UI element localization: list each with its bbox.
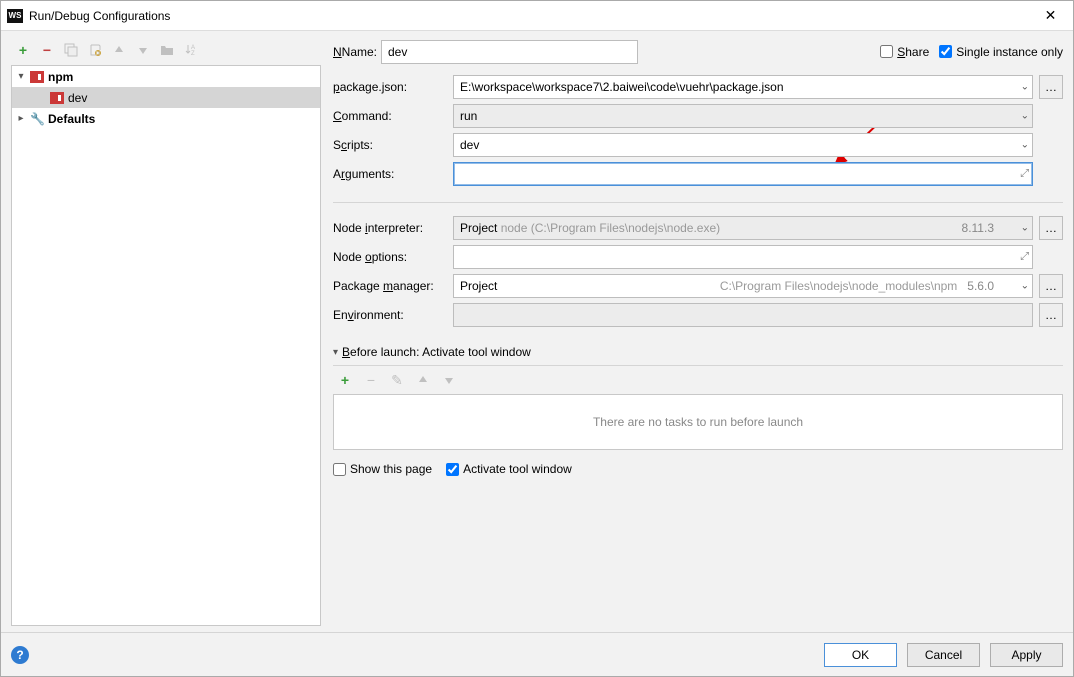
before-launch-checks: Show this page Activate tool window (333, 462, 1063, 476)
edit-task-icon: ✎ (389, 372, 405, 388)
node-options-label: Node options: (333, 250, 453, 264)
browse-env-button[interactable]: … (1039, 303, 1063, 327)
move-up-icon (415, 372, 431, 388)
add-task-icon[interactable]: + (337, 372, 353, 388)
node-options-input[interactable] (453, 245, 1033, 269)
command-row: Command: run ⌄ (333, 101, 1063, 130)
move-up-icon (111, 42, 127, 58)
cancel-button[interactable]: Cancel (907, 643, 980, 667)
dialog-title: Run/Debug Configurations (29, 9, 1028, 23)
add-config-icon[interactable]: + (15, 42, 31, 58)
before-launch-header[interactable]: ▾ Before launch: Activate tool window (333, 345, 1063, 359)
remove-task-icon: − (363, 372, 379, 388)
name-row: NName: Share Single instance only (333, 37, 1063, 66)
node-options-row: Node options: ⤢ (333, 242, 1063, 271)
chevron-right-icon[interactable]: ▸ (16, 113, 26, 124)
browse-node-button[interactable]: … (1039, 216, 1063, 240)
single-instance-checkbox[interactable]: Single instance only (939, 45, 1063, 59)
tree-toolbar: + − (11, 37, 321, 63)
save-config-icon[interactable] (87, 42, 103, 58)
separator (333, 202, 1063, 203)
package-manager-select[interactable]: Project C:\Program Files\nodejs\node_mod… (453, 274, 1033, 298)
tree-node-dev[interactable]: dev (12, 87, 320, 108)
single-instance-label: Single instance only (956, 45, 1063, 59)
show-this-page-label: Show this page (350, 462, 432, 476)
ok-button[interactable]: OK (824, 643, 897, 667)
config-tree[interactable]: ▾ npm dev ▸ 🔧 Defaults (11, 65, 321, 626)
tree-node-label: Defaults (48, 112, 95, 126)
run-debug-config-dialog: WS Run/Debug Configurations ✕ + − (0, 0, 1074, 677)
apply-button[interactable]: Apply (990, 643, 1063, 667)
wrench-icon: 🔧 (30, 112, 44, 126)
move-down-icon (135, 42, 151, 58)
configurations-panel: + − (1, 31, 321, 632)
webstorm-icon: WS (7, 9, 23, 23)
tree-node-label: dev (68, 91, 87, 105)
scripts-row: Scripts: dev ⌄ (333, 130, 1063, 159)
help-icon[interactable]: ? (11, 646, 29, 664)
dialog-footer: ? OK Cancel Apply (1, 632, 1073, 676)
svg-text:Z: Z (191, 51, 195, 57)
before-launch-tasks-box[interactable]: There are no tasks to run before launch (333, 394, 1063, 450)
node-interpreter-select[interactable]: Project node (C:\Program Files\nodejs\no… (453, 216, 1033, 240)
scripts-label: Scripts: (333, 138, 453, 152)
browse-package-json-button[interactable]: … (1039, 75, 1063, 99)
package-manager-row: Package manager: Project C:\Program File… (333, 271, 1063, 300)
environment-input[interactable] (453, 303, 1033, 327)
package-json-label: package.json: (333, 80, 453, 94)
tree-node-npm[interactable]: ▾ npm (12, 66, 320, 87)
before-launch-toolbar: + − ✎ (333, 370, 1063, 390)
sort-icon[interactable]: AZ (183, 42, 199, 58)
node-interpreter-row: Node interpreter: Project node (C:\Progr… (333, 213, 1063, 242)
command-select[interactable]: run (453, 104, 1033, 128)
activate-tool-window-checkbox[interactable]: Activate tool window (446, 462, 572, 476)
tree-node-defaults[interactable]: ▸ 🔧 Defaults (12, 108, 320, 129)
separator (333, 365, 1063, 366)
before-launch-title: Before launch: Activate tool window (342, 345, 531, 359)
chevron-down-icon: ▾ (333, 347, 338, 358)
browse-pkg-manager-button[interactable]: … (1039, 274, 1063, 298)
titlebar: WS Run/Debug Configurations ✕ (1, 1, 1073, 31)
node-interpreter-label: Node interpreter: (333, 221, 453, 235)
show-this-page-checkbox[interactable]: Show this page (333, 462, 432, 476)
name-input[interactable] (381, 40, 638, 64)
before-launch-empty-text: There are no tasks to run before launch (593, 415, 803, 429)
package-json-input[interactable] (453, 75, 1033, 99)
environment-label: Environment: (333, 308, 453, 322)
arguments-input[interactable] (453, 162, 1033, 186)
share-checkbox[interactable]: Share (880, 45, 929, 59)
move-down-icon (441, 372, 457, 388)
scripts-select[interactable]: dev (453, 133, 1033, 157)
package-json-row: package.json: ⌄ … (333, 72, 1063, 101)
copy-config-icon[interactable] (63, 42, 79, 58)
npm-icon (50, 92, 64, 104)
name-label: NName: (333, 45, 381, 59)
chevron-down-icon[interactable]: ▾ (16, 71, 26, 82)
activate-tool-window-label: Activate tool window (463, 462, 572, 476)
environment-row: Environment: … (333, 300, 1063, 329)
npm-icon (30, 71, 44, 83)
remove-config-icon[interactable]: − (39, 42, 55, 58)
config-editor: NName: Share Single instance only pa (321, 31, 1073, 632)
close-icon[interactable]: ✕ (1028, 1, 1073, 31)
arguments-label: Arguments: (333, 167, 453, 181)
share-label: Share (897, 45, 929, 59)
package-manager-label: Package manager: (333, 279, 453, 293)
arguments-row: Arguments: ⤢ (333, 159, 1063, 188)
tree-node-label: npm (48, 70, 73, 84)
command-label: Command: (333, 109, 453, 123)
folder-icon[interactable] (159, 42, 175, 58)
